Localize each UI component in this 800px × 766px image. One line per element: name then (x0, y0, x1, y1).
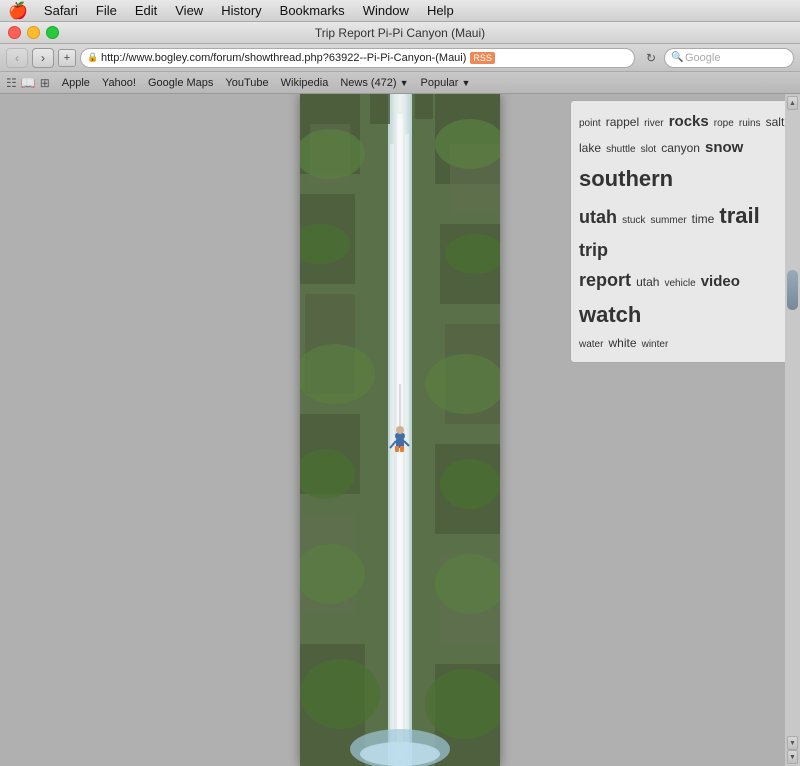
tag-southern[interactable]: southern (579, 166, 673, 191)
scroll-thumb[interactable] (787, 270, 798, 310)
bookmarks-bar: ☷ 📖 ⊞ Apple Yahoo! Google Maps YouTube W… (0, 72, 800, 94)
tag-rope[interactable]: rope (714, 118, 734, 129)
tag-river[interactable]: river (644, 118, 663, 129)
menu-file[interactable]: File (88, 2, 125, 19)
tag-vehicle[interactable]: vehicle (665, 278, 696, 289)
tag-shuttle[interactable]: shuttle (606, 144, 635, 155)
tag-trail[interactable]: trail (719, 203, 759, 228)
window-controls (8, 26, 59, 39)
menu-safari[interactable]: Safari (36, 2, 86, 19)
scroll-up-button[interactable]: ▲ (787, 96, 798, 110)
address-text: http://www.bogley.com/forum/showthread.p… (89, 52, 466, 64)
waterfall-image (300, 94, 500, 766)
navigation-toolbar: ‹ › + 🔒 http://www.bogley.com/forum/show… (0, 44, 800, 72)
close-button[interactable] (8, 26, 21, 39)
tag-utah2[interactable]: utah (636, 275, 659, 289)
toolbar-icons: ☷ 📖 ⊞ (6, 76, 50, 90)
maximize-button[interactable] (46, 26, 59, 39)
left-sidebar (0, 94, 230, 766)
window-title: Trip Report Pi-Pi Canyon (Maui) (315, 26, 485, 40)
tag-video[interactable]: video (701, 273, 740, 290)
sidebar-toggle-icon[interactable]: ☷ (6, 76, 17, 90)
apple-menu[interactable]: 🍎 (8, 1, 28, 21)
tag-trip[interactable]: trip (579, 240, 608, 260)
minimize-button[interactable] (27, 26, 40, 39)
grid-icon[interactable]: ⊞ (40, 76, 50, 90)
center-content (230, 94, 570, 766)
address-bar[interactable]: 🔒 http://www.bogley.com/forum/showthread… (80, 48, 635, 68)
search-box[interactable]: 🔍 Google (664, 48, 794, 68)
main-content: point rappel river rocks rope ruins salt… (0, 94, 800, 766)
add-tab-button[interactable]: + (58, 49, 76, 67)
bookmark-apple[interactable]: Apple (58, 76, 94, 90)
back-arrow-icon: ‹ (15, 51, 19, 65)
tag-canyon[interactable]: canyon (661, 141, 700, 155)
plus-icon: + (64, 52, 70, 64)
forward-button[interactable]: › (32, 48, 54, 68)
bookmark-yahoo[interactable]: Yahoo! (98, 76, 140, 90)
tag-lake[interactable]: lake (579, 141, 601, 155)
scroll-bottom-button[interactable]: ▼ (787, 750, 798, 764)
rss-badge[interactable]: RSS (470, 52, 495, 64)
reader-icon[interactable]: 📖 (21, 76, 36, 90)
search-placeholder: Google (685, 52, 720, 64)
menu-window[interactable]: Window (355, 2, 417, 19)
tag-watch[interactable]: watch (579, 302, 641, 327)
menu-view[interactable]: View (167, 2, 211, 19)
menu-edit[interactable]: Edit (127, 2, 165, 19)
bookmark-news[interactable]: News (472)▼ (336, 76, 412, 90)
tag-time[interactable]: time (692, 212, 715, 226)
scrollbar[interactable]: ▲ ▼ ▼ (785, 94, 800, 766)
bookmark-youtube[interactable]: YouTube (221, 76, 272, 90)
right-sidebar: point rappel river rocks rope ruins salt… (570, 94, 800, 766)
tag-point[interactable]: point (579, 118, 601, 129)
tag-summer[interactable]: summer (650, 215, 686, 226)
tag-snow[interactable]: snow (705, 139, 743, 156)
tag-rappel[interactable]: rappel (606, 115, 639, 129)
lock-icon: 🔒 (87, 52, 98, 63)
tag-slot[interactable]: slot (641, 144, 657, 155)
tag-ruins[interactable]: ruins (739, 118, 761, 129)
menu-help[interactable]: Help (419, 2, 462, 19)
refresh-button[interactable]: ↻ (642, 49, 660, 67)
tag-utah[interactable]: utah (579, 207, 617, 227)
search-icon: 🔍 (671, 52, 683, 63)
menu-bookmarks[interactable]: Bookmarks (272, 2, 353, 19)
tag-stuck[interactable]: stuck (622, 215, 645, 226)
back-button[interactable]: ‹ (6, 48, 28, 68)
menu-history[interactable]: History (213, 2, 269, 19)
refresh-icon: ↻ (646, 51, 656, 65)
tag-report[interactable]: report (579, 270, 631, 290)
forward-arrow-icon: › (41, 51, 45, 65)
tag-cloud: point rappel river rocks rope ruins salt… (570, 100, 796, 363)
bookmark-wikipedia[interactable]: Wikipedia (277, 76, 333, 90)
menu-bar: 🍎 Safari File Edit View History Bookmark… (0, 0, 800, 22)
tag-winter[interactable]: winter (642, 339, 669, 350)
title-bar: Trip Report Pi-Pi Canyon (Maui) (0, 22, 800, 44)
tag-salt[interactable]: salt (766, 115, 785, 129)
bookmark-google-maps[interactable]: Google Maps (144, 76, 217, 90)
bookmark-popular[interactable]: Popular▼ (417, 76, 475, 90)
scroll-down-button[interactable]: ▼ (787, 736, 798, 750)
tag-rocks[interactable]: rocks (669, 113, 709, 130)
tag-white[interactable]: white (609, 336, 637, 350)
tag-water[interactable]: water (579, 339, 603, 350)
